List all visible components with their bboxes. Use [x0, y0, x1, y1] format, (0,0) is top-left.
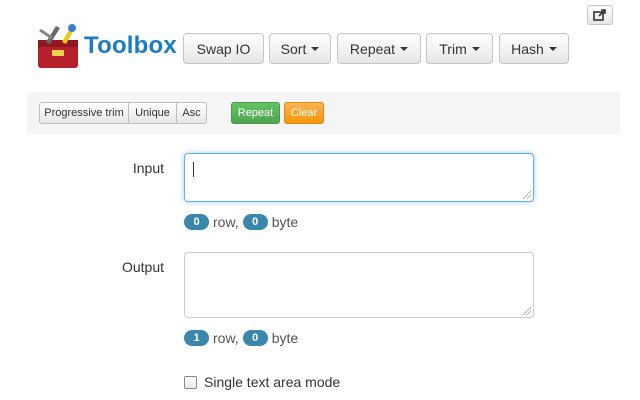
- output-row-count-badge: 1: [184, 330, 209, 346]
- output-byte-count-badge: 0: [242, 330, 268, 346]
- repeat-label: Repeat: [349, 40, 396, 57]
- toolbox-logo: [38, 24, 78, 68]
- clear-button[interactable]: Clear: [284, 102, 324, 124]
- byte-label: byte: [271, 330, 299, 346]
- text-cursor: [193, 162, 194, 177]
- repeat-dropdown-button[interactable]: Repeat: [337, 33, 421, 64]
- repeat-action-button[interactable]: Repeat: [231, 102, 280, 124]
- caret-down-icon: [400, 46, 409, 51]
- input-byte-count-badge: 0: [242, 214, 268, 230]
- input-textarea[interactable]: [184, 153, 534, 202]
- brand-title: Toolbox: [84, 32, 177, 59]
- caret-down-icon: [471, 46, 480, 51]
- input-row-count-badge: 0: [184, 214, 209, 230]
- share-icon: [593, 9, 606, 21]
- clear-label: Clear: [290, 107, 318, 119]
- input-label: Input: [132, 160, 164, 176]
- sort-label: Sort: [280, 40, 307, 57]
- caret-down-icon: [548, 46, 557, 51]
- progressive-trim-button[interactable]: Progressive trim: [39, 102, 129, 124]
- output-textarea[interactable]: [184, 252, 534, 318]
- output-stats: 1 row, 0 byte: [184, 330, 302, 346]
- resize-grip-icon[interactable]: [523, 307, 531, 315]
- hash-dropdown-button[interactable]: Hash: [499, 33, 569, 64]
- options-toolbar: Progressive trim Unique Asc Repeat Clear: [27, 92, 620, 134]
- trim-label: Trim: [439, 40, 467, 57]
- hash-label: Hash: [511, 40, 544, 57]
- single-text-area-mode-label: Single text area mode: [204, 374, 341, 390]
- caret-down-icon: [311, 46, 320, 51]
- asc-label: Asc: [182, 107, 201, 119]
- row-label: row,: [213, 214, 239, 230]
- repeat-action-label: Repeat: [237, 107, 274, 119]
- output-label: Output: [121, 259, 164, 275]
- row-label: row,: [213, 330, 239, 346]
- share-button[interactable]: [587, 5, 613, 25]
- progressive-trim-label: Progressive trim: [44, 107, 124, 119]
- single-text-area-mode-option[interactable]: Single text area mode: [184, 374, 340, 390]
- swap-io-button[interactable]: Swap IO: [183, 33, 264, 64]
- unique-label: Unique: [135, 107, 170, 119]
- trim-dropdown-button[interactable]: Trim: [426, 33, 493, 64]
- asc-button[interactable]: Asc: [177, 102, 207, 124]
- sort-dropdown-button[interactable]: Sort: [269, 33, 331, 64]
- resize-grip-icon[interactable]: [523, 191, 531, 199]
- byte-label: byte: [271, 214, 299, 230]
- unique-button[interactable]: Unique: [129, 102, 177, 124]
- single-text-area-mode-checkbox[interactable]: [184, 375, 197, 389]
- input-stats: 0 row, 0 byte: [184, 214, 302, 230]
- swap-io-label: Swap IO: [196, 40, 251, 57]
